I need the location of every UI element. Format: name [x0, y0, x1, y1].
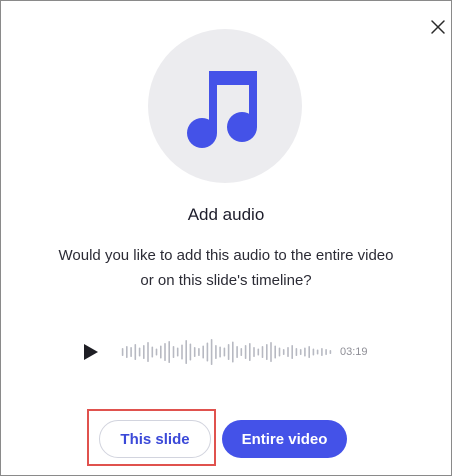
description-line-2: or on this slide's timeline?	[140, 272, 312, 289]
close-icon[interactable]	[430, 19, 446, 35]
dialog-description: Would you like to add this audio to the …	[31, 243, 421, 293]
add-audio-dialog: Add audio Would you like to add this aud…	[0, 0, 452, 476]
entire-video-button[interactable]: Entire video	[222, 420, 347, 458]
play-icon[interactable]	[83, 343, 99, 361]
waveform-icon[interactable]	[121, 337, 333, 367]
music-note-icon	[187, 71, 257, 148]
audio-player: 03:19	[1, 337, 451, 367]
dialog-title: Add audio	[187, 205, 265, 224]
audio-artwork	[148, 29, 302, 183]
this-slide-button[interactable]: This slide	[99, 420, 211, 458]
audio-duration: 03:19	[340, 346, 368, 358]
description-line-1: Would you like to add this audio to the …	[58, 247, 394, 264]
